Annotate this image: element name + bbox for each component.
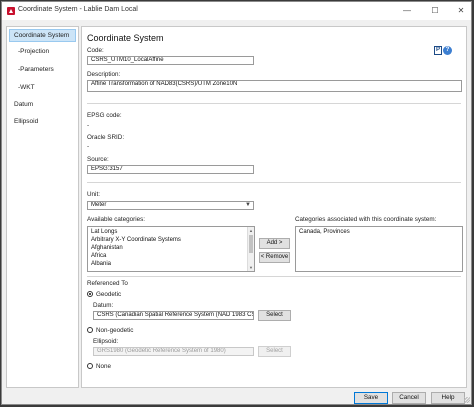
remove-button[interactable]: < Remove (259, 252, 290, 263)
nav-item-projection[interactable]: -Projection (18, 48, 49, 55)
scroll-up-icon[interactable]: ▲ (248, 227, 254, 234)
datum-input[interactable]: CSRS (Canadian Spatial Reference System … (93, 311, 254, 320)
oracle-value: - (87, 143, 90, 150)
list-item[interactable]: Albania (91, 261, 111, 267)
maximize-icon[interactable]: ☐ (426, 5, 444, 17)
scroll-down-icon[interactable]: ▼ (248, 264, 254, 271)
unit-label: Unit: (87, 191, 100, 198)
geodetic-radio[interactable] (87, 291, 93, 297)
navigation-panel: Coordinate System -Projection -Parameter… (6, 26, 79, 388)
associated-categories-list[interactable]: Canada, Provinces (295, 226, 463, 272)
ellipsoid-input: GRS1980 (Geodetic Reference System of 19… (93, 347, 254, 356)
available-categories-label: Available categories: (87, 216, 145, 223)
referenced-to-label: Referenced To (87, 280, 128, 287)
chevron-down-icon: ▼ (245, 202, 251, 208)
help-icon[interactable]: ? (443, 46, 452, 55)
datum-label: Datum: (93, 302, 114, 309)
list-item[interactable]: Lat Longs (91, 229, 117, 235)
oracle-label: Oracle SRID: (87, 134, 125, 141)
epsg-label: EPSG code: (87, 112, 122, 119)
epsg-value: - (87, 122, 90, 129)
nav-item-datum[interactable]: Datum (14, 101, 33, 108)
ellipsoid-select-button: Select (258, 346, 291, 357)
add-button[interactable]: Add > (259, 238, 290, 249)
dialog-window: Coordinate System - Lablie Dam Local — ☐… (1, 1, 472, 405)
description-label: Description: (87, 71, 121, 78)
nav-item-ellipsoid[interactable]: Ellipsoid (14, 118, 38, 125)
list-item[interactable]: Arbitrary X-Y Coordinate Systems (91, 237, 181, 243)
code-input[interactable]: CSRS_UTM10_LocalAffine (87, 56, 254, 65)
content-panel: Coordinate System P ? Code: CSRS_UTM10_L… (81, 26, 467, 388)
divider (87, 103, 461, 104)
source-input[interactable]: EPSG:3157 (87, 165, 254, 174)
list-item[interactable]: Afghanistan (91, 245, 123, 251)
nav-item-wkt[interactable]: -WKT (18, 84, 35, 91)
cancel-button[interactable]: Cancel (392, 392, 426, 404)
non-geodetic-radio[interactable] (87, 327, 93, 333)
available-categories-list[interactable]: Lat Longs Arbitrary X-Y Coordinate Syste… (87, 226, 255, 272)
non-geodetic-label[interactable]: Non-geodetic (96, 327, 133, 334)
scrollbar[interactable]: ▲ ▼ (247, 227, 254, 271)
resize-grip-icon[interactable] (464, 397, 470, 403)
datum-select-button[interactable]: Select (258, 310, 291, 321)
nav-item-parameters[interactable]: -Parameters (18, 66, 54, 73)
ellipsoid-label: Ellipsoid: (93, 338, 119, 345)
divider (87, 182, 461, 183)
window-title: Coordinate System - Lablie Dam Local (18, 6, 138, 13)
properties-icon[interactable]: P (434, 46, 442, 55)
code-label: Code: (87, 47, 104, 54)
minimize-icon[interactable]: — (398, 5, 416, 17)
save-button[interactable]: Save (354, 392, 388, 404)
help-button[interactable]: Help (431, 392, 465, 404)
title-bar: Coordinate System - Lablie Dam Local — ☐… (2, 2, 471, 20)
none-label[interactable]: None (96, 363, 111, 370)
none-radio[interactable] (87, 363, 93, 369)
scrollbar-thumb[interactable] (249, 235, 253, 253)
geodetic-label[interactable]: Geodetic (96, 291, 121, 298)
unit-select-value: Meter (91, 202, 107, 208)
list-item[interactable]: Africa (91, 253, 106, 259)
unit-select[interactable]: Meter ▼ (87, 201, 254, 210)
list-item[interactable]: Canada, Provinces (299, 229, 350, 235)
help-icons: P ? (434, 46, 452, 56)
associated-categories-label: Categories associated with this coordina… (295, 216, 437, 223)
close-icon[interactable]: ✕ (452, 5, 470, 17)
page-title: Coordinate System (87, 33, 164, 43)
source-label: Source: (87, 156, 109, 163)
description-input[interactable]: Affine Transformation of NAD83(CSRS)/UTM… (87, 80, 462, 92)
nav-item-coordinate-system[interactable]: Coordinate System (9, 29, 76, 42)
divider (87, 276, 461, 277)
app-logo-icon (7, 7, 15, 15)
